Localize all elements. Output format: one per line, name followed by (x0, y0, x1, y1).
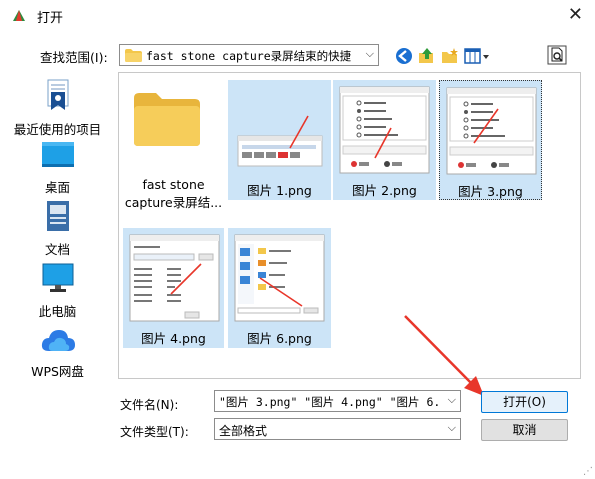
chevron-down-icon[interactable]: ⌵ (366, 47, 374, 61)
sidebar-item-desktop[interactable]: 桌面 (0, 140, 115, 196)
file-name: fast stone capture录屏结... (124, 177, 223, 210)
title-bar: 打开 ✕ (0, 0, 595, 30)
desktop-icon (41, 142, 74, 167)
resize-grip-icon[interactable]: ⋰ (583, 466, 593, 477)
image-thumbnail (234, 234, 325, 322)
filetype-label: 文件类型(T): (120, 425, 189, 439)
recent-icon (47, 79, 68, 110)
computer-icon (42, 263, 73, 292)
file-list[interactable]: fast stone capture录屏结... 图片 1.png 图片 2.p… (118, 72, 581, 379)
file-item[interactable]: 图片 3.png (439, 80, 542, 200)
sidebar-item-recent[interactable]: 最近使用的项目 (0, 78, 115, 138)
file-name: 图片 2.png (352, 183, 417, 198)
documents-icon (46, 201, 69, 231)
lookin-label: 查找范围(I): (40, 50, 108, 65)
window-title: 打开 (37, 11, 64, 26)
app-icon (13, 10, 25, 21)
places-sidebar: 最近使用的项目 桌面 文档 此电脑 WPS网盘 (0, 72, 115, 472)
filetype-value: 全部格式 (219, 424, 268, 438)
up-folder-icon[interactable] (418, 47, 436, 65)
image-thumbnail (129, 234, 220, 322)
folder-icon (134, 93, 200, 146)
image-thumbnail (237, 115, 323, 167)
sidebar-item-wps-cloud[interactable]: WPS网盘 (0, 326, 115, 380)
view-menu-icon[interactable] (464, 47, 492, 65)
file-name: 图片 3.png (458, 184, 523, 199)
sidebar-item-label: 桌面 (44, 180, 70, 195)
sidebar-item-this-pc[interactable]: 此电脑 (0, 262, 115, 320)
filename-field[interactable]: "图片 3.png" "图片 4.png" "图片 6.png ⌵ (214, 390, 461, 412)
file-item[interactable]: 图片 6.png (228, 228, 331, 348)
file-item[interactable]: 图片 4.png (123, 228, 224, 348)
filename-value: "图片 3.png" "图片 4.png" "图片 6.png (219, 395, 441, 409)
sidebar-item-label: 文档 (44, 242, 70, 257)
folder-item[interactable]: fast stone capture录屏结... (122, 78, 225, 218)
image-thumbnail (339, 86, 430, 174)
close-icon[interactable]: ✕ (568, 4, 583, 26)
sidebar-item-label: 此电脑 (38, 304, 77, 319)
sidebar-item-label: 最近使用的项目 (13, 122, 102, 137)
new-folder-icon[interactable] (441, 47, 459, 65)
file-item[interactable]: 图片 2.png (333, 80, 436, 200)
chevron-down-icon[interactable]: ⌵ (448, 421, 456, 435)
file-name: 图片 1.png (247, 183, 312, 198)
image-thumbnail (446, 87, 537, 175)
sidebar-item-label: WPS网盘 (31, 364, 84, 379)
filetype-select[interactable]: 全部格式 ⌵ (214, 418, 461, 440)
open-button[interactable]: 打开(O) (481, 391, 568, 413)
file-name: 图片 4.png (141, 331, 206, 346)
lookin-combo[interactable]: fast stone capture录屏结束的快捷键是 ⌵ (119, 44, 379, 66)
annotation-arrow (404, 315, 484, 396)
lookin-value: fast stone capture录屏结束的快捷键是 (146, 49, 351, 63)
sidebar-item-documents[interactable]: 文档 (0, 200, 115, 258)
preview-pane-icon[interactable] (547, 45, 567, 65)
chevron-down-icon[interactable]: ⌵ (448, 393, 456, 407)
file-name: 图片 6.png (247, 331, 312, 346)
folder-icon (125, 49, 142, 62)
cloud-icon (41, 330, 75, 351)
back-icon[interactable] (395, 47, 413, 65)
cancel-button[interactable]: 取消 (481, 419, 568, 441)
file-item[interactable]: 图片 1.png (228, 80, 331, 200)
filename-label: 文件名(N): (120, 398, 179, 412)
